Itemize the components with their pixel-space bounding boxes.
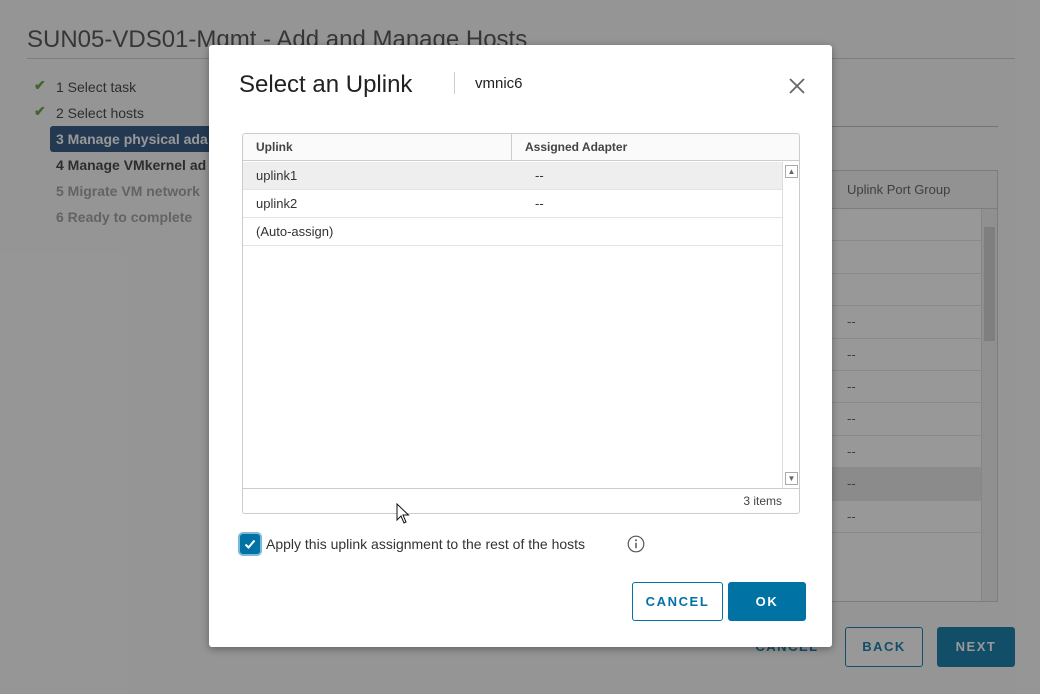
ok-button[interactable]: OK	[728, 582, 806, 621]
cancel-button[interactable]: CANCEL	[632, 582, 723, 621]
apply-checkbox-label[interactable]: Apply this uplink assignment to the rest…	[266, 536, 585, 552]
title-separator	[454, 72, 455, 94]
adapter-cell: --	[535, 196, 544, 211]
scroll-down-icon[interactable]: ▼	[785, 472, 798, 485]
uplink-grid: Uplink Assigned Adapter uplink1 -- uplin…	[242, 133, 800, 514]
uplink-cell: (Auto-assign)	[256, 224, 334, 239]
grid-scrollbar[interactable]: ▲ ▼	[782, 162, 799, 488]
grid-header: Uplink Assigned Adapter	[243, 134, 799, 161]
column-header-assigned-adapter[interactable]: Assigned Adapter	[512, 134, 799, 160]
mouse-cursor-icon	[396, 502, 410, 525]
adapter-cell: --	[535, 168, 544, 183]
grid-row-auto-assign[interactable]: (Auto-assign)	[243, 218, 782, 246]
uplink-cell: uplink2	[256, 196, 298, 211]
info-icon[interactable]	[627, 535, 645, 553]
select-uplink-dialog: Select an Uplink vmnic6 Uplink Assigned …	[209, 45, 832, 647]
dialog-title: Select an Uplink	[239, 71, 413, 98]
apply-to-all-hosts-checkbox[interactable]	[240, 534, 260, 554]
uplink-cell: uplink1	[256, 168, 298, 183]
item-count: 3 items	[743, 494, 782, 508]
checkmark-icon	[244, 539, 256, 549]
grid-row-uplink2[interactable]: uplink2 --	[243, 190, 782, 218]
scroll-up-icon[interactable]: ▲	[785, 165, 798, 178]
column-header-uplink[interactable]: Uplink	[243, 134, 512, 160]
grid-body: uplink1 -- uplink2 -- (Auto-assign)	[243, 162, 782, 488]
grid-row-uplink1[interactable]: uplink1 --	[243, 162, 782, 190]
grid-footer: 3 items	[243, 488, 799, 513]
close-icon[interactable]	[785, 74, 809, 98]
dialog-subtitle: vmnic6	[475, 75, 523, 92]
